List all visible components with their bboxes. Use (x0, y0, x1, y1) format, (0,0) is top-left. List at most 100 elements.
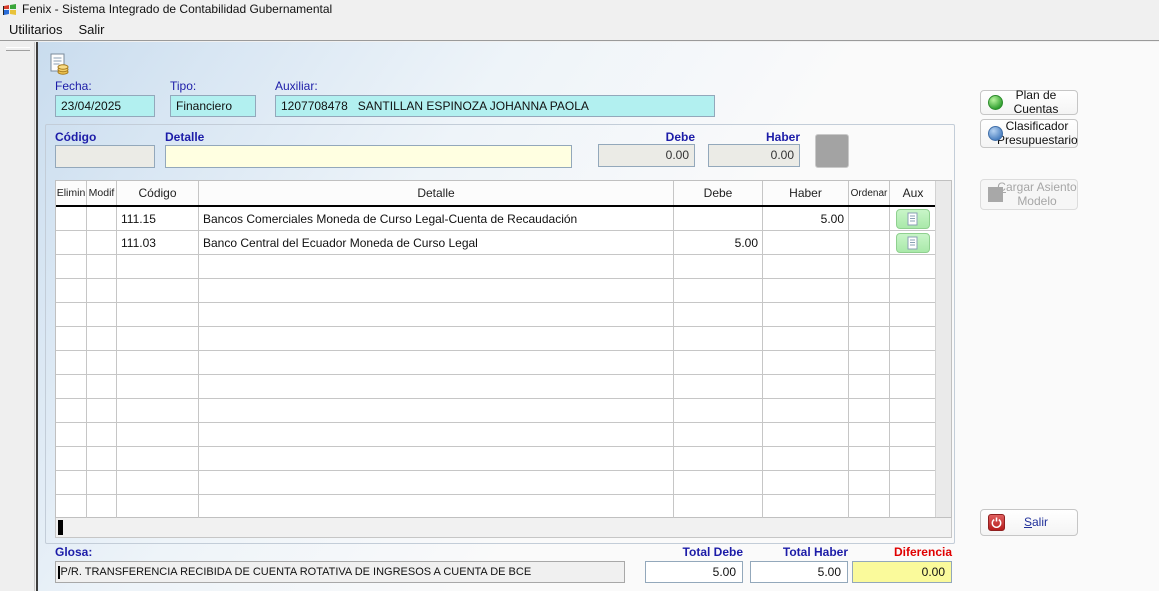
codigo-label: Código (55, 130, 96, 144)
detalle-label: Detalle (165, 130, 204, 144)
aux-cell (890, 279, 937, 303)
debe-cell (674, 327, 763, 351)
window-title: Fenix - Sistema Integrado de Contabilida… (22, 2, 332, 16)
fecha-input[interactable]: 23/04/2025 (55, 95, 155, 117)
modif-cell (87, 255, 117, 279)
ordenar-cell (849, 279, 890, 303)
table-body: 111.15Bancos Comerciales Moneda de Curso… (56, 207, 937, 519)
haber-cell (763, 447, 849, 471)
codigo-cell (117, 399, 199, 423)
aux-cell (890, 351, 937, 375)
elimin-cell (56, 231, 87, 255)
modif-cell (87, 447, 117, 471)
table-row[interactable] (56, 255, 937, 279)
aux-cell (890, 423, 937, 447)
column-header-modif[interactable]: Modif (87, 181, 117, 205)
codigo-input[interactable] (55, 145, 155, 168)
haber-cell (763, 351, 849, 375)
modif-cell (87, 375, 117, 399)
salir-button[interactable]: Salir (980, 509, 1078, 536)
menu-item-salir[interactable]: Salir (70, 20, 112, 39)
detalle-cell (199, 447, 674, 471)
column-header-aux[interactable]: Aux (890, 181, 937, 205)
glosa-input[interactable]: P/R. TRANSFERENCIA RECIBIDA DE CUENTA RO… (55, 561, 625, 583)
aux-button[interactable] (896, 209, 930, 229)
table-row[interactable]: 111.15Bancos Comerciales Moneda de Curso… (56, 207, 937, 231)
tipo-input[interactable]: Financiero (170, 95, 256, 117)
table-row[interactable] (56, 495, 937, 519)
column-header-elimin[interactable]: Elimin (56, 181, 87, 205)
detalle-cell (199, 327, 674, 351)
detalle-cell (199, 279, 674, 303)
aux-cell (890, 207, 937, 231)
codigo-cell (117, 255, 199, 279)
entries-table: EliminModifCódigoDetalleDebeHaberOrdenar… (55, 180, 952, 518)
splitter-handle[interactable] (6, 47, 30, 51)
debe-input[interactable]: 0.00 (598, 144, 695, 167)
aux-button[interactable] (896, 233, 930, 253)
table-row[interactable] (56, 351, 937, 375)
new-entry-toolbar-button[interactable] (44, 50, 74, 78)
detalle-cell (199, 423, 674, 447)
table-row[interactable] (56, 303, 937, 327)
debe-cell (674, 375, 763, 399)
haber-cell: 5.00 (763, 207, 849, 231)
column-header-ordenar[interactable]: Ordenar (849, 181, 890, 205)
haber-cell (763, 255, 849, 279)
detalle-cell (199, 399, 674, 423)
table-row[interactable] (56, 327, 937, 351)
aux-cell (890, 471, 937, 495)
codigo-cell: 111.15 (117, 207, 199, 231)
detalle-cell (199, 351, 674, 375)
haber-cell (763, 375, 849, 399)
ordenar-cell (849, 399, 890, 423)
column-header-detalle[interactable]: Detalle (199, 181, 674, 205)
table-row[interactable] (56, 447, 937, 471)
tipo-label: Tipo: (170, 79, 196, 93)
gray-square-button[interactable] (815, 134, 849, 168)
haber-input[interactable]: 0.00 (708, 144, 800, 167)
cargar-asiento-modelo-button[interactable]: Cargar Asiento Modelo (980, 179, 1078, 210)
clasificador-presupuestario-button[interactable]: Clasificador Presupuestario (980, 119, 1078, 148)
column-header-haber[interactable]: Haber (763, 181, 849, 205)
debe-cell: 5.00 (674, 231, 763, 255)
plan-de-cuentas-button[interactable]: Plan de Cuentas (980, 90, 1078, 115)
ordenar-cell (849, 471, 890, 495)
modif-cell (87, 423, 117, 447)
menu-bar: Utilitarios Salir (0, 18, 1159, 40)
table-row[interactable] (56, 375, 937, 399)
codigo-cell (117, 423, 199, 447)
vertical-scrollbar[interactable] (935, 181, 951, 517)
diferencia-field: 0.00 (852, 561, 952, 583)
detalle-input[interactable] (165, 145, 572, 168)
column-header-codigo[interactable]: Código (117, 181, 199, 205)
auxiliar-input[interactable]: 1207708478 SANTILLAN ESPINOZA JOHANNA PA… (275, 95, 715, 117)
table-row[interactable]: 111.03Banco Central del Ecuador Moneda d… (56, 231, 937, 255)
haber-cell (763, 231, 849, 255)
haber-cell (763, 471, 849, 495)
horizontal-scrollbar[interactable] (55, 518, 952, 538)
diferencia-label: Diferencia (852, 545, 952, 559)
elimin-cell (56, 351, 87, 375)
aux-cell (890, 303, 937, 327)
modif-cell (87, 231, 117, 255)
elimin-cell (56, 495, 87, 519)
table-row[interactable] (56, 279, 937, 303)
table-row[interactable] (56, 399, 937, 423)
debe-cell (674, 471, 763, 495)
codigo-cell (117, 327, 199, 351)
column-header-debe[interactable]: Debe (674, 181, 763, 205)
table-row[interactable] (56, 471, 937, 495)
ordenar-cell (849, 495, 890, 519)
modif-cell (87, 303, 117, 327)
horizontal-scrollbar-thumb[interactable] (58, 520, 63, 535)
ordenar-cell (849, 375, 890, 399)
detalle-cell (199, 255, 674, 279)
haber-cell (763, 303, 849, 327)
modif-cell (87, 495, 117, 519)
menu-item-utilitarios[interactable]: Utilitarios (1, 20, 70, 39)
debe-cell (674, 255, 763, 279)
total-debe-field: 5.00 (645, 561, 743, 583)
table-row[interactable] (56, 423, 937, 447)
elimin-cell (56, 207, 87, 231)
